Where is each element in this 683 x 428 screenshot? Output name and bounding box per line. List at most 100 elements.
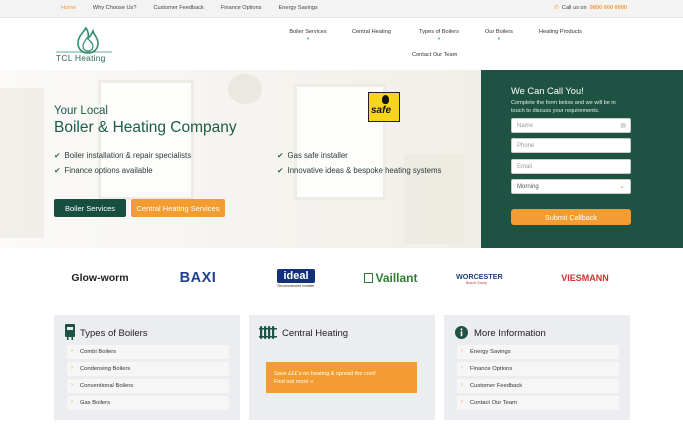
list-item-label: Gas Boilers [80,400,110,406]
nav-types-of-boilers-label: Types of Boilers [419,29,459,35]
logo[interactable]: TCL Heating [56,25,112,65]
chevron-right-icon: › [71,348,73,354]
feature-text: Gas safe installer [287,151,348,160]
list-item-contact-our-team[interactable]: › Contact Our Team [457,396,619,410]
list-item-label: Contact Our Team [470,400,517,406]
list-item-customer-feedback[interactable]: › Customer Feedback [457,379,619,393]
feature-text: Boiler installation & repair specialists [64,151,192,160]
check-icon: ✔ [54,151,61,160]
radiator-icon [259,326,277,339]
find-out-more-link[interactable]: Find out more » [274,378,409,386]
more-information-title: More Information [474,328,546,339]
name-field[interactable]: Name ▤ [511,118,631,133]
ideal-logo-subtitle: Recommended Installer [277,283,315,288]
list-item-combi-boilers[interactable]: › Combi Boilers [67,345,229,359]
chevron-right-icon: › [461,348,463,354]
check-icon: ✔ [277,151,284,160]
nav-types-of-boilers[interactable]: Types of Boilers ▼ [417,29,461,41]
info-icon [455,326,468,339]
feature-item: ✔ Innovative ideas & bespoke heating syst… [277,166,441,175]
list-item-label: Condensing Boilers [80,366,131,372]
phone-icon: ✆ [554,5,559,11]
time-select[interactable]: Morning ⌄ [511,179,631,194]
top-nav-finance-options[interactable]: Finance Options [221,5,262,11]
nav-contact-our-team[interactable]: Contact Our Team [412,52,457,58]
boiler-icon [65,324,75,340]
list-item-label: Energy Savings [470,349,511,355]
contact-card-icon: ▤ [620,123,626,129]
hero-title: Boiler & Heating Company [54,119,237,136]
site-header: TCL Heating Boiler Services ▼ Central He… [0,18,683,70]
list-item-label: Combi Boilers [80,349,117,355]
nav-boiler-services-label: Boiler Services [289,29,327,35]
vaillant-hare-icon [364,273,374,283]
list-item-label: Customer Feedback [470,383,523,389]
brand-logo-ideal[interactable]: ideal Recommended Installer [272,266,320,290]
worcester-logo-subtitle: Bosch Group [466,280,487,285]
list-item-gas-boilers[interactable]: › Gas Boilers [67,396,229,410]
chevron-right-icon: › [461,399,463,405]
worcester-logo-text: WORCESTER [456,271,503,281]
chevron-right-icon: › [71,365,73,371]
call-us: ✆ Call us on 0800 000 0000 [554,5,627,11]
list-item-finance-options[interactable]: › Finance Options [457,362,619,376]
chevron-right-icon: › [71,382,73,388]
callback-title: We Can Call You! [511,86,584,96]
central-heating-services-button[interactable]: Central Heating Services [131,199,225,217]
vaillant-logo-text: Vaillant [375,271,418,285]
boiler-services-button[interactable]: Boiler Services [54,199,126,217]
nav-central-heating[interactable]: Central Heating [352,29,391,35]
list-item-label: Finance Options [470,366,513,372]
nav-our-boilers-label: Our Boilers [485,29,513,35]
callback-form: We Can Call You! Complete the form below… [481,70,683,248]
call-us-label: Call us on [561,5,587,11]
central-heating-promo[interactable]: Save £££'s on heating & spread the cost!… [266,362,417,393]
brand-logo-glowworm[interactable]: Glow-worm [70,266,130,290]
top-nav: Home Why Choose Us? Customer Feedback Fi… [61,5,335,11]
nav-our-boilers[interactable]: Our Boilers ▼ [484,29,514,41]
feature-item: ✔ Gas safe installer [277,151,348,160]
gas-safe-badge: safe [368,92,400,122]
email-placeholder: Email [517,164,533,170]
chevron-down-icon: ⌄ [619,183,625,190]
top-nav-customer-feedback[interactable]: Customer Feedback [153,5,203,11]
top-bar: Home Why Choose Us? Customer Feedback Fi… [0,0,683,18]
time-select-value: Morning [517,184,539,190]
top-nav-why-choose-us[interactable]: Why Choose Us? [93,5,137,11]
nav-heating-products[interactable]: Heating Products [539,29,582,35]
flame-logo-icon [56,26,112,54]
phone-field[interactable]: Phone [511,138,631,153]
brand-logo-worcester[interactable]: WORCESTER Bosch Group [456,266,518,290]
logo-text: TCL Heating [56,53,106,63]
phone-number-link[interactable]: 0800 000 0000 [590,5,627,11]
chevron-down-icon: ▼ [306,36,310,41]
list-item-condensing-boilers[interactable]: › Condensing Boilers [67,362,229,376]
phone-placeholder: Phone [517,143,535,149]
chevron-right-icon: › [71,399,73,405]
list-item-energy-savings[interactable]: › Energy Savings [457,345,619,359]
list-item-conventional-boilers[interactable]: › Conventional Boilers [67,379,229,393]
ideal-logo-text: ideal [277,268,315,283]
gas-safe-badge-text: safe [371,105,392,116]
list-item-label: Conventional Boilers [80,383,134,389]
feature-text: Finance options available [64,166,153,175]
feature-text: Innovative ideas & bespoke heating syste… [287,166,442,175]
brand-logo-vaillant[interactable]: Vaillant [362,266,420,290]
nav-boiler-services[interactable]: Boiler Services ▼ [287,29,329,41]
check-icon: ✔ [277,166,284,175]
brand-logo-baxi[interactable]: BAXI [176,266,220,290]
email-field[interactable]: Email [511,159,631,174]
top-nav-energy-savings[interactable]: Energy Savings [279,5,318,11]
name-placeholder: Name [517,123,534,129]
chevron-down-icon: ▼ [497,36,501,41]
types-of-boilers-title: Types of Boilers [80,328,148,339]
brand-logo-viessmann[interactable]: VIESMANN [556,266,614,290]
promo-text: Save £££'s on heating & spread the cost! [274,371,376,377]
central-heating-title: Central Heating [282,328,349,339]
top-nav-home[interactable]: Home [61,5,76,11]
chevron-right-icon: › [461,365,463,371]
callback-description: Complete the form below and we will be i… [511,100,616,114]
submit-callback-button[interactable]: Submit Callback [511,209,631,225]
chevron-right-icon: › [461,382,463,388]
flame-icon [382,95,389,104]
